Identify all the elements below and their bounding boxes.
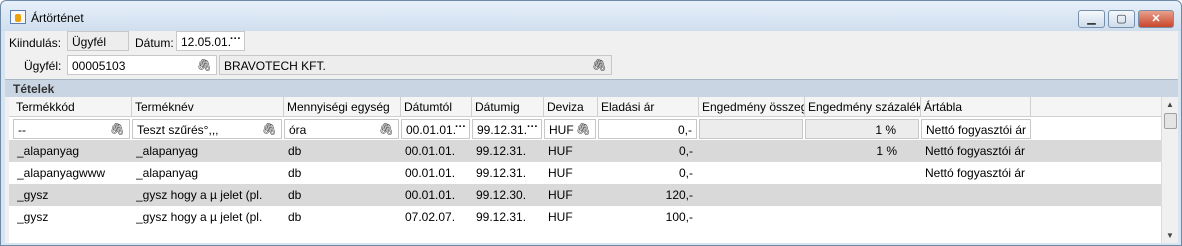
cell-deviza: HUF (548, 166, 573, 180)
cell-deviza: HUF (548, 144, 573, 158)
filter-datumig-value: 99.12.31. (477, 123, 528, 137)
filter-datumtol-value: 00.01.01. (406, 123, 457, 137)
filter-termekkod-value: -- (18, 123, 26, 137)
scroll-up-icon[interactable]: ▲ (1166, 100, 1174, 109)
cell-deviza: HUF (548, 188, 573, 202)
window-title: Ártörténet (31, 11, 84, 25)
cell-datumig: 99.12.30. (476, 188, 527, 202)
ugyfel-code-field[interactable]: 00005103 🖇 (67, 55, 217, 75)
ugyfel-name-value: BRAVOTECH KFT. (224, 59, 326, 73)
paperclip-icon[interactable]: 🖇 (110, 122, 125, 136)
cell-termeknev: _gysz hogy a µ jelet (pl. (136, 188, 263, 202)
ellipsis-icon[interactable]: ··· (230, 33, 241, 45)
cell-termeknev: _alapanyag (136, 144, 199, 158)
filter-deviza[interactable]: HUF 🖇 (544, 119, 596, 139)
cell-eladasi-ar: 120,- (665, 188, 693, 202)
cell-termeknev: _gysz hogy a µ jelet (pl. (136, 210, 263, 224)
cell-datumtol: 00.01.01. (405, 166, 456, 180)
paperclip-icon[interactable]: 🖇 (592, 58, 607, 72)
filter-egyseg[interactable]: óra 🖇 (284, 119, 399, 139)
app-icon (10, 10, 26, 24)
filter-eladasi-ar[interactable]: 0,- (598, 119, 697, 139)
cell-termeknev: _alapanyag (136, 166, 199, 180)
col-header-datumtol[interactable]: Dátumtól (401, 97, 472, 117)
datum-value: 12.05.01. (181, 35, 232, 49)
cell-termekkod: _alapanyag (17, 144, 80, 158)
grid-header: Termékkód Terméknév Mennyiségi egység Dá… (9, 97, 1161, 117)
filter-engedmeny-osszeg[interactable] (699, 119, 803, 139)
cell-datumig: 99.12.31. (476, 210, 527, 224)
filter-egyseg-value: óra (289, 123, 307, 137)
table-row[interactable]: _alapanyagwww _alapanyag db 00.01.01. 99… (9, 162, 1161, 184)
cell-eladasi-ar: 100,- (665, 210, 693, 224)
ugyfel-code-value: 00005103 (72, 59, 126, 73)
table-row[interactable]: _gysz _gysz hogy a µ jelet (pl. db 00.01… (9, 184, 1161, 206)
col-header-artabla[interactable]: Ártábla (921, 97, 1031, 117)
filter-termeknev[interactable]: Teszt szűrés°,,, 🖇 (132, 119, 282, 139)
cell-deviza: HUF (548, 210, 573, 224)
table-row[interactable]: _alapanyag _alapanyag db 00.01.01. 99.12… (9, 140, 1161, 162)
col-header-deviza[interactable]: Deviza (544, 97, 598, 117)
tetelek-section-bar: Tételek (5, 79, 1178, 97)
ellipsis-icon[interactable]: ··· (455, 121, 466, 133)
cell-datumtol: 00.01.01. (405, 144, 456, 158)
section-title: Tételek (13, 82, 55, 96)
cell-egyseg: db (288, 166, 302, 180)
cell-eladasi-ar: 0,- (678, 166, 693, 180)
cell-termekkod: _gysz (17, 188, 49, 202)
price-history-window: Ártörténet ▁ ▢ ✕ Kiindulás: Ügyfél Dátum… (0, 0, 1182, 246)
ugyfel-name-field[interactable]: BRAVOTECH KFT. 🖇 (219, 55, 612, 75)
cell-engedmeny-szazalek: 1 % (876, 144, 897, 158)
cell-eladasi-ar: 0,- (678, 144, 693, 158)
filter-termekkod[interactable]: -- 🖇 (13, 119, 130, 139)
close-button[interactable]: ✕ (1138, 10, 1174, 28)
paperclip-icon[interactable]: 🖇 (197, 58, 212, 72)
col-header-egyseg[interactable]: Mennyiségi egység (284, 97, 401, 117)
cell-datumtol: 07.02.07. (405, 210, 456, 224)
scroll-down-icon[interactable]: ▼ (1166, 231, 1174, 240)
col-header-termeknev[interactable]: Terméknév (132, 97, 284, 117)
cell-egyseg: db (288, 144, 302, 158)
vertical-scrollbar[interactable]: ▲ ▼ (1161, 97, 1178, 243)
cell-artabla: Nettó fogyasztói ár (925, 144, 1026, 158)
cell-termekkod: _gysz (17, 210, 49, 224)
filter-artabla[interactable]: Nettó fogyasztói ár (921, 119, 1031, 139)
filter-row: -- 🖇 Teszt szűrés°,,, 🖇 óra 🖇 00.01.01. ··· … (9, 118, 1161, 140)
filter-datumig[interactable]: 99.12.31. ··· (472, 119, 542, 139)
col-header-engedmeny-szazalek[interactable]: Engedmény százalék (805, 97, 921, 117)
paperclip-icon[interactable]: 🖇 (379, 122, 394, 136)
cell-termekkod: _alapanyagwww (17, 166, 106, 180)
kiindulas-field[interactable]: Ügyfél (67, 31, 129, 51)
filter-datumtol[interactable]: 00.01.01. ··· (401, 119, 470, 139)
col-header-termekkod[interactable]: Termékkód (13, 97, 132, 117)
cell-egyseg: db (288, 210, 302, 224)
items-grid: Termékkód Terméknév Mennyiségi egység Dá… (9, 97, 1178, 243)
filter-deviza-value: HUF (549, 123, 574, 137)
col-header-datumig[interactable]: Dátumig (472, 97, 544, 117)
window-content: Kiindulás: Ügyfél Dátum: 12.05.01. ··· Ü… (5, 31, 1178, 243)
cell-datumig: 99.12.31. (476, 166, 527, 180)
col-header-eladasi-ar[interactable]: Eladási ár (598, 97, 699, 117)
scroll-thumb[interactable] (1164, 113, 1177, 129)
paperclip-icon[interactable]: 🖇 (576, 122, 591, 136)
col-header-engedmeny-osszeg[interactable]: Engedmény összeg (699, 97, 805, 117)
cell-datumig: 99.12.31. (476, 144, 527, 158)
kiindulas-label: Kiindulás: (9, 36, 62, 50)
cell-egyseg: db (288, 188, 302, 202)
ellipsis-icon[interactable]: ··· (527, 121, 538, 133)
cell-artabla: Nettó fogyasztói ár (925, 166, 1026, 180)
minimize-button[interactable]: ▁ (1078, 10, 1105, 28)
cell-datumtol: 00.01.01. (405, 188, 456, 202)
filter-termeknev-value: Teszt szűrés°,,, (137, 123, 219, 137)
datum-field[interactable]: 12.05.01. ··· (176, 31, 245, 51)
ugyfel-label: Ügyfél: (24, 59, 62, 73)
table-row[interactable]: _gysz _gysz hogy a µ jelet (pl. db 07.02… (9, 206, 1161, 228)
maximize-button[interactable]: ▢ (1108, 10, 1135, 28)
datum-label: Dátum: (135, 36, 174, 50)
title-bar[interactable]: Ártörténet ▁ ▢ ✕ (1, 1, 1181, 31)
paperclip-icon[interactable]: 🖇 (262, 122, 277, 136)
filter-engedmeny-szazalek[interactable]: 1 % (805, 119, 919, 139)
